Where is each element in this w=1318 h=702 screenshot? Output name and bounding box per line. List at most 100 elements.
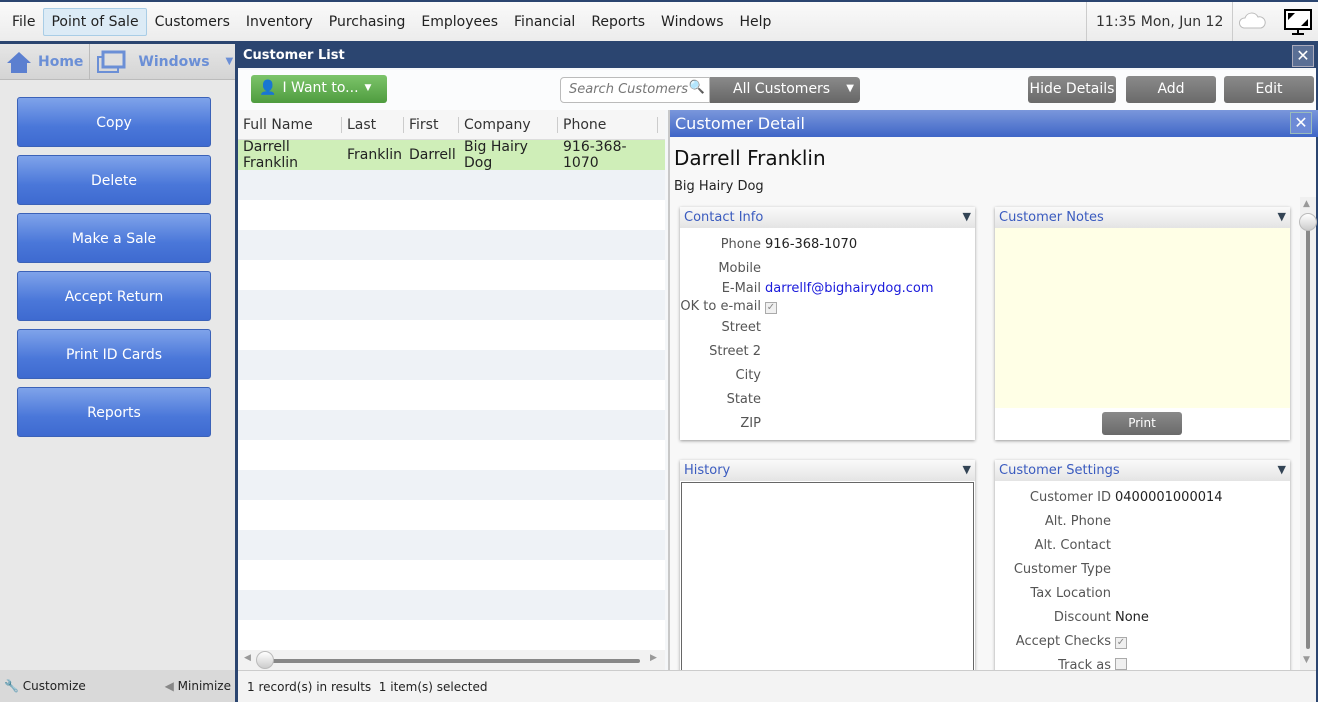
chevron-down-icon: ▼	[846, 83, 854, 94]
close-window-button[interactable]: ✕	[1292, 45, 1314, 67]
history-list[interactable]	[681, 482, 974, 672]
accept-return-button[interactable]: Accept Return	[17, 271, 211, 321]
menu-employees[interactable]: Employees	[413, 8, 506, 36]
i-want-to-button[interactable]: 👤 I Want to... ▼	[251, 75, 387, 103]
table-cell: Franklin	[347, 147, 403, 163]
delete-button[interactable]: Delete	[17, 155, 211, 205]
reports-button[interactable]: Reports	[17, 387, 211, 437]
status-bar: 1 record(s) in results 1 item(s) selecte…	[238, 670, 1316, 702]
table-row[interactable]: Darrell Franklin Franklin Darrell Big Hairy…	[238, 139, 665, 171]
field-value[interactable]: darrellf@bighairydog.com	[765, 281, 934, 296]
table-row	[238, 200, 665, 230]
table-row	[238, 290, 665, 320]
column-header-full-name[interactable]: Full Name	[238, 116, 342, 133]
field-label: Customer Type	[1013, 562, 1111, 577]
column-header-phone[interactable]: Phone	[558, 116, 658, 133]
detail-title: Customer Detail	[670, 110, 1318, 137]
notes-textarea[interactable]	[995, 228, 1290, 408]
field-label: Mobile	[718, 261, 761, 276]
panel-title: Customer Notes	[999, 210, 1104, 225]
table-row	[238, 560, 665, 590]
checkbox[interactable]: ✓	[765, 302, 777, 314]
field-label: Street 2	[709, 344, 761, 359]
close-detail-button[interactable]: ✕	[1290, 112, 1312, 134]
help-user-icon: 👤	[259, 80, 277, 96]
history-header[interactable]: History ▼	[680, 460, 975, 481]
home-icon	[7, 51, 31, 73]
hide-details-button[interactable]: Hide Details	[1028, 76, 1116, 103]
make-a-sale-button[interactable]: Make a Sale	[17, 213, 211, 263]
table-cell: 916-368-1070	[563, 139, 627, 171]
customer-settings-header[interactable]: Customer Settings ▼	[995, 460, 1290, 481]
menu-reports[interactable]: Reports	[583, 8, 653, 36]
column-header-last[interactable]: Last	[342, 116, 404, 133]
edit-button[interactable]: Edit	[1224, 76, 1314, 103]
menu-file[interactable]: File	[4, 8, 43, 36]
menu-financial[interactable]: Financial	[506, 8, 583, 36]
menu-windows[interactable]: Windows	[653, 8, 732, 36]
customer-company: Big Hairy Dog	[674, 179, 764, 194]
chevron-down-icon: ▼	[225, 56, 234, 67]
windows-button[interactable]: Windows ▼	[90, 44, 239, 79]
customer-list-window: Customer List ✕ 👤 I Want to... ▼ Search Cu…	[238, 44, 1318, 702]
table-row	[238, 620, 665, 650]
customize-button[interactable]: 🔧 Customize	[4, 679, 86, 693]
horizontal-scrollbar[interactable]: ◀ ▶	[238, 650, 665, 670]
print-button[interactable]: Print	[1102, 412, 1182, 435]
field-value: None	[1115, 610, 1149, 625]
field-value: 0400001000014	[1115, 490, 1223, 505]
windows-label: Windows	[138, 53, 210, 70]
cloud-icon[interactable]	[1238, 10, 1266, 32]
menu-help[interactable]: Help	[732, 8, 780, 36]
panel-title: Customer Settings	[999, 463, 1120, 478]
table-row	[238, 410, 665, 440]
menu-customers[interactable]: Customers	[147, 8, 238, 36]
table-row	[238, 440, 665, 470]
table-row	[238, 470, 665, 500]
home-button[interactable]: Home	[0, 44, 91, 79]
table-row	[238, 500, 665, 530]
add-button[interactable]: Add	[1126, 76, 1216, 103]
search-input[interactable]: Search Customers 🔍	[560, 77, 710, 103]
sidebar: Home Windows ▼ Copy Delete Make a Sale Acce…	[0, 44, 235, 702]
i-want-label: I Want to...	[282, 80, 359, 96]
minimize-label: Minimize	[177, 679, 231, 693]
customer-filter-dropdown[interactable]: All Customers ▼	[710, 77, 860, 103]
contact-info-header[interactable]: Contact Info ▼	[680, 207, 975, 228]
table-row	[238, 350, 665, 380]
checkbox[interactable]: ✓	[1115, 637, 1127, 649]
vertical-scrollbar[interactable]: ▲ ▼	[1299, 197, 1317, 670]
print-id-cards-button[interactable]: Print ID Cards	[17, 329, 211, 379]
table-row	[238, 260, 665, 290]
menu-inventory[interactable]: Inventory	[238, 8, 321, 36]
checkbox[interactable]	[1115, 658, 1127, 670]
table-cell: Darrell Franklin	[243, 139, 299, 171]
field-checkbox: ✓	[1115, 634, 1127, 649]
field-label: Street	[721, 320, 761, 335]
filter-value: All Customers	[733, 81, 831, 97]
column-header-company[interactable]: Company	[459, 116, 558, 133]
customer-settings-panel: Customer Settings ▼ Customer ID 0400001000…	[995, 460, 1290, 675]
table-cell: Big Hairy Dog	[464, 139, 528, 171]
table-row	[238, 590, 665, 620]
customize-label: Customize	[22, 679, 86, 693]
column-header-first[interactable]: First	[404, 116, 459, 133]
wrench-icon: 🔧	[4, 679, 19, 693]
customer-detail-panel: Customer Detail ✕ Darrell Franklin Big H…	[668, 110, 1318, 675]
chevron-down-icon: ▼	[364, 83, 372, 93]
collapse-icon: ▼	[962, 463, 971, 476]
customer-notes-header[interactable]: Customer Notes ▼	[995, 207, 1290, 228]
field-label: Alt. Phone	[1044, 514, 1111, 529]
table-row	[238, 380, 665, 410]
contact-info-panel: Contact Info ▼ Phone 916-368-1070 Mobile E-M…	[680, 207, 975, 440]
collapse-icon: ▼	[962, 210, 971, 223]
copy-button[interactable]: Copy	[17, 97, 211, 147]
menu-purchasing[interactable]: Purchasing	[321, 8, 414, 36]
fullscreen-icon[interactable]	[1284, 9, 1312, 37]
field-label: City	[735, 368, 761, 383]
field-checkbox: ✓	[765, 299, 777, 314]
window-title: Customer List	[238, 44, 1316, 68]
minimize-button[interactable]: ◀ Minimize	[165, 679, 231, 693]
menu-point-of-sale[interactable]: Point of Sale	[43, 7, 147, 36]
field-label: Discount	[1053, 610, 1111, 625]
